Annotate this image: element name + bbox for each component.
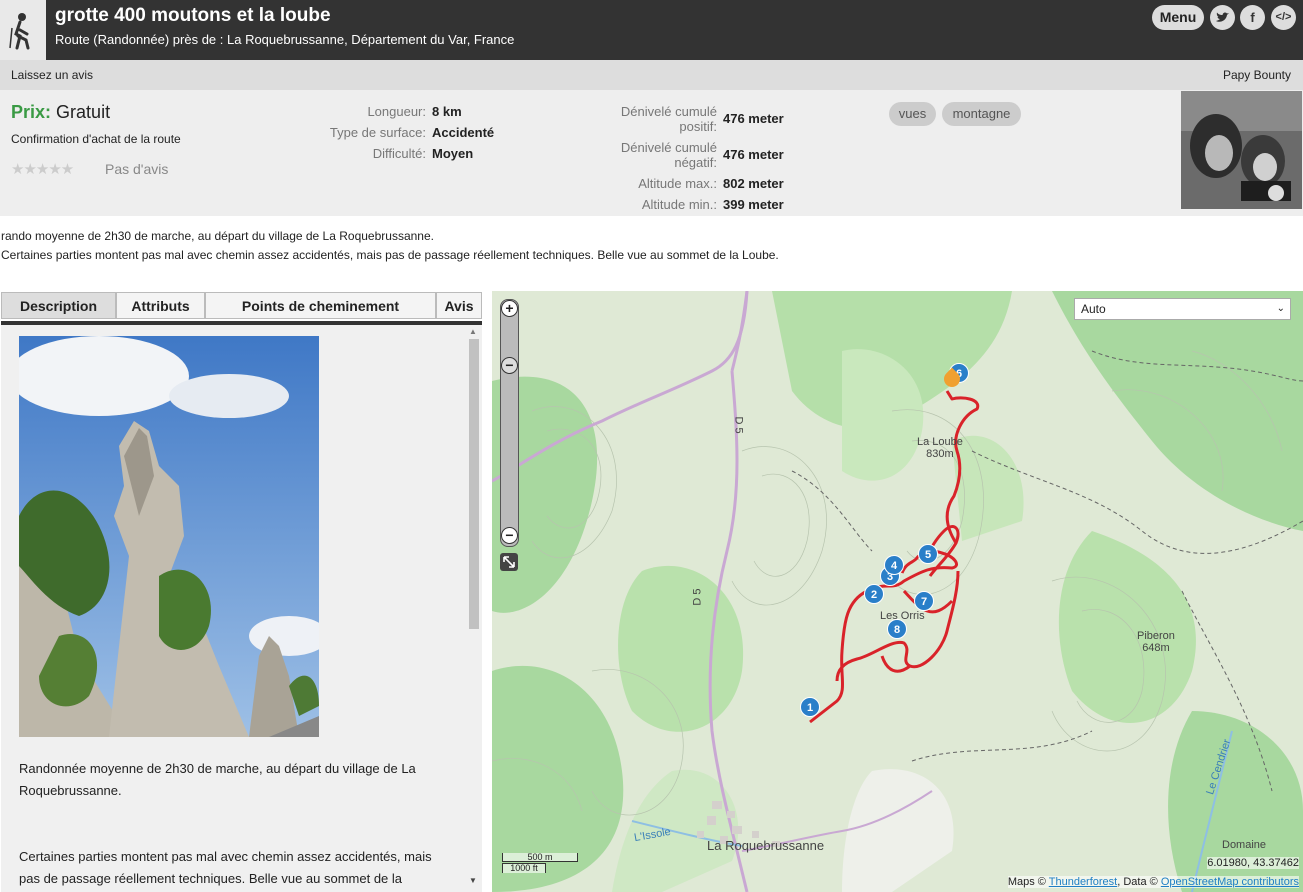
chevron-down-icon: ⌄ xyxy=(1276,303,1285,314)
description-panel: Randonnée moyenne de 2h30 de marche, au … xyxy=(1,325,482,892)
twitter-icon[interactable] xyxy=(1210,5,1235,30)
description-paragraph-1: Randonnée moyenne de 2h30 de marche, au … xyxy=(19,761,416,798)
price-value: Gratuit xyxy=(56,102,111,122)
map-label-village: La Roquebrussanne xyxy=(707,838,825,853)
route-map[interactable]: Auto ⌄ + − − 1 2 3 4 5 6 7 8 La Loube830… xyxy=(492,291,1303,892)
waypoint-2[interactable]: 2 xyxy=(864,584,884,604)
menu-button[interactable]: Menu xyxy=(1152,5,1204,30)
map-scale: 500 m 1000 ft xyxy=(502,853,578,875)
map-coordinates: 6.01980, 43.37462 xyxy=(1207,857,1299,869)
rating-stars[interactable]: ★★★★★ xyxy=(11,160,74,178)
tab-bar: Description Attributs Points de cheminem… xyxy=(1,292,482,325)
tab-avis[interactable]: Avis xyxy=(436,292,482,319)
panel-scrollbar[interactable]: ▲ ▼ xyxy=(467,325,481,892)
map-label-domaine: Domaine xyxy=(1222,839,1267,851)
map-label-d5-north: D 5 xyxy=(732,416,745,434)
zoom-out-button[interactable]: − xyxy=(501,527,518,544)
summary-line-2: Certaines parties montent pas mal avec c… xyxy=(1,248,779,262)
tag-montagne[interactable]: montagne xyxy=(942,102,1021,126)
tab-description[interactable]: Description xyxy=(1,292,116,319)
scroll-down-icon[interactable]: ▼ xyxy=(469,876,477,885)
map-label-orris: Les Orris xyxy=(880,610,925,622)
waypoint-1[interactable]: 1 xyxy=(800,697,820,717)
no-reviews-text: Pas d'avis xyxy=(105,161,169,177)
page-header: grotte 400 moutons et la loube Route (Ra… xyxy=(0,0,1303,60)
description-paragraph-2: Certaines parties montent pas mal avec c… xyxy=(19,849,432,886)
waypoint-5[interactable]: 5 xyxy=(918,544,938,564)
author-photo xyxy=(1181,91,1302,209)
zoom-handle[interactable]: − xyxy=(501,357,518,374)
price: Prix: Gratuit xyxy=(11,102,110,123)
embed-icon[interactable]: </> xyxy=(1271,5,1296,30)
page-subtitle: Route (Randonnée) près de : La Roquebrus… xyxy=(55,32,515,47)
leave-review-link[interactable]: Laissez un avis xyxy=(11,68,93,82)
hiker-icon xyxy=(0,0,46,60)
tab-attributs[interactable]: Attributs xyxy=(116,292,205,319)
waypoint-4[interactable]: 4 xyxy=(884,555,904,575)
map-layer-select[interactable]: Auto ⌄ xyxy=(1074,298,1291,320)
author-link[interactable]: Papy Bounty xyxy=(1223,68,1291,82)
waypoint-8[interactable]: 8 xyxy=(887,619,907,639)
map-label-loube: La Loube 830m xyxy=(917,436,963,460)
price-label: Prix: xyxy=(11,102,52,122)
route-photo xyxy=(19,336,319,737)
tab-waypoints[interactable]: Points de cheminement xyxy=(205,292,436,319)
fullscreen-icon[interactable] xyxy=(500,553,518,571)
osm-link[interactable]: OpenStreetMap contributors xyxy=(1161,876,1299,888)
route-info: Prix: Gratuit Confirmation d'achat de la… xyxy=(0,90,1303,216)
scrollbar-thumb[interactable] xyxy=(469,339,479,629)
waypoint-7[interactable]: 7 xyxy=(914,591,934,611)
map-label-piberon: Piberon 648m xyxy=(1137,630,1175,654)
map-label-d5-south: D 5 xyxy=(691,588,704,606)
tag-vues[interactable]: vues xyxy=(889,102,936,126)
summary-line-1: rando moyenne de 2h30 de marche, au dépa… xyxy=(1,229,434,243)
page-title: grotte 400 moutons et la loube xyxy=(55,5,331,26)
purchase-confirmation: Confirmation d'achat de la route xyxy=(11,132,181,146)
review-bar: Laissez un avis Papy Bounty xyxy=(0,60,1303,90)
zoom-in-button[interactable]: + xyxy=(501,300,518,317)
scroll-up-icon[interactable]: ▲ xyxy=(469,327,477,336)
map-attribution: Maps © Thunderforest, Data © OpenStreetM… xyxy=(1007,876,1299,888)
zoom-slider[interactable]: + − − xyxy=(500,299,519,547)
facebook-icon[interactable]: f xyxy=(1240,5,1265,30)
thunderforest-link[interactable]: Thunderforest xyxy=(1049,876,1117,888)
